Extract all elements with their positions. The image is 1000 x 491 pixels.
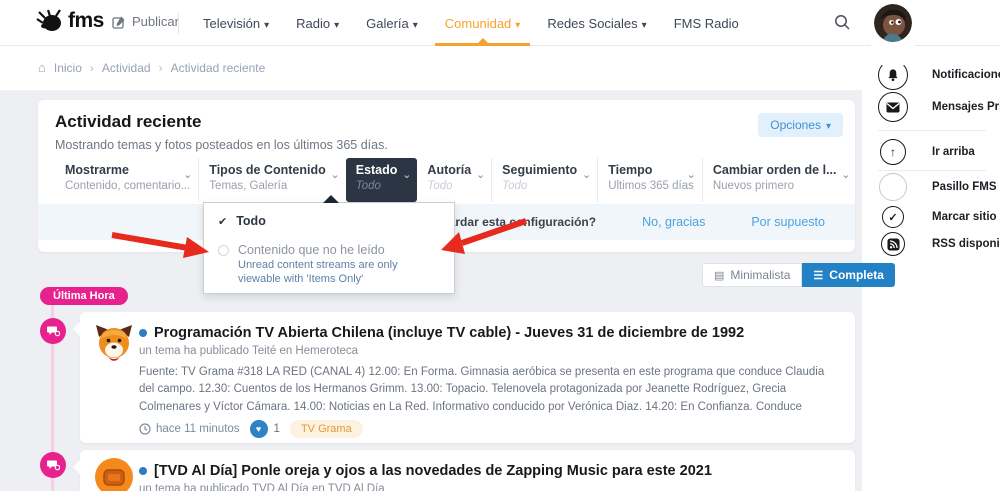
topic-byline: un tema ha publicado TVD Al Día en TVD A… bbox=[139, 483, 385, 491]
options-button[interactable]: Opciones bbox=[758, 113, 843, 137]
dropdown-option-unread[interactable]: Contenido que no he leído bbox=[204, 243, 454, 257]
nav-item-television[interactable]: Televisión bbox=[203, 0, 269, 46]
unread-dot-icon bbox=[139, 329, 147, 337]
ultima-hora-badge: Última Hora bbox=[40, 287, 128, 305]
compose-icon bbox=[112, 15, 126, 29]
nav-divider bbox=[178, 12, 179, 34]
user-avatar[interactable] bbox=[874, 4, 912, 42]
topic-footer: hace 11 minutos 1 TV Grama bbox=[139, 420, 363, 438]
logo-text: fms bbox=[68, 9, 104, 33]
minimal-view-button[interactable]: Minimalista bbox=[702, 263, 802, 287]
chevron-down-icon bbox=[183, 165, 192, 183]
like-heart-icon[interactable] bbox=[250, 420, 268, 438]
filter-seguimiento[interactable]: Seguimiento Todo bbox=[491, 158, 597, 202]
fly-logo-icon bbox=[36, 8, 66, 34]
timeline-marker-icon bbox=[40, 452, 66, 478]
topic-author-avatar[interactable] bbox=[95, 458, 133, 491]
page-title: Actividad reciente bbox=[55, 112, 201, 132]
chat-bubble-icon bbox=[47, 325, 60, 337]
chevron-down-icon bbox=[582, 165, 591, 183]
estado-dropdown-menu: Todo Contenido que no he leído Unread co… bbox=[203, 202, 455, 294]
complete-view-button[interactable]: Completa bbox=[802, 263, 895, 287]
timeline-marker-icon bbox=[40, 318, 66, 344]
check-icon bbox=[218, 212, 227, 230]
breadcrumb: Inicio Actividad Actividad reciente bbox=[38, 60, 265, 75]
view-toggle: Minimalista Completa bbox=[702, 263, 895, 287]
chevron-down-icon bbox=[687, 165, 696, 183]
chevron-down-icon bbox=[402, 165, 411, 183]
publish-button[interactable]: Publicar bbox=[112, 14, 179, 29]
chevron-down-icon bbox=[642, 16, 647, 31]
filter-autoria[interactable]: Autoría Todo bbox=[417, 158, 491, 202]
rss-icon bbox=[881, 232, 905, 256]
nav-item-redes-sociales[interactable]: Redes Sociales bbox=[547, 0, 646, 46]
site-logo[interactable]: fms bbox=[36, 8, 104, 34]
chevron-down-icon bbox=[826, 118, 831, 132]
sidebar-divider bbox=[878, 170, 986, 171]
sidebar-go-up[interactable]: Ir arriba bbox=[880, 139, 906, 165]
chevron-down-icon bbox=[413, 16, 418, 31]
chevron-down-icon bbox=[476, 165, 485, 183]
breadcrumb-actividad[interactable]: Actividad bbox=[102, 61, 151, 75]
top-navbar: fms Publicar Televisión Radio Galería Co… bbox=[0, 0, 1000, 46]
unread-dot-icon bbox=[139, 467, 147, 475]
chevron-down-icon bbox=[331, 165, 340, 183]
like-count: 1 bbox=[274, 423, 280, 435]
filter-mostrarme[interactable]: Mostrarme Contenido, comentario... bbox=[55, 158, 198, 202]
envelope-icon bbox=[878, 92, 908, 122]
chevron-down-icon bbox=[515, 16, 520, 31]
feed-item: [TVD Al Día] Ponle oreja y ojos a las no… bbox=[80, 450, 855, 491]
unread-note: Unread content streams are only viewable… bbox=[238, 259, 440, 287]
chevron-down-icon bbox=[334, 16, 339, 31]
breadcrumb-separator bbox=[159, 61, 163, 75]
nav-item-galeria[interactable]: Galería bbox=[366, 0, 418, 46]
topic-preview-text: Fuente: TV Grama #318 LA RED (CANAL 4) 1… bbox=[139, 364, 840, 415]
feed-item: Programación TV Abierta Chilena (incluye… bbox=[80, 312, 855, 443]
topic-title-link[interactable]: [TVD Al Día] Ponle oreja y ojos a las no… bbox=[154, 463, 712, 479]
circle-icon bbox=[879, 173, 907, 201]
accept-save-link[interactable]: Por supuesto bbox=[751, 215, 825, 229]
radio-icon bbox=[218, 245, 229, 256]
topic-author-avatar[interactable] bbox=[95, 323, 133, 361]
filter-estado[interactable]: Estado Todo bbox=[346, 158, 418, 202]
check-circle-icon bbox=[882, 206, 904, 228]
breadcrumb-inicio[interactable]: Inicio bbox=[54, 61, 82, 75]
filter-cambiar-orden[interactable]: Cambiar orden de l... Nuevos primero bbox=[702, 158, 857, 202]
list-full-icon bbox=[813, 268, 823, 282]
page: fms Publicar Televisión Radio Galería Co… bbox=[0, 0, 1000, 491]
list-compact-icon bbox=[714, 268, 724, 282]
topic-title-link[interactable]: Programación TV Abierta Chilena (incluye… bbox=[154, 325, 744, 341]
filter-tiempo[interactable]: Tiempo Últimos 365 días bbox=[597, 158, 702, 202]
home-icon bbox=[38, 60, 46, 75]
topic-byline: un tema ha publicado Teité en Hemeroteca bbox=[139, 345, 358, 357]
filter-bar: Mostrarme Contenido, comentario... Tipos… bbox=[55, 158, 843, 202]
sidebar-rss[interactable]: RSS disponible bbox=[881, 232, 905, 256]
chevron-down-icon bbox=[264, 16, 269, 31]
arrow-up-circle-icon bbox=[880, 139, 906, 165]
chevron-down-icon bbox=[841, 165, 850, 183]
sidebar-divider bbox=[878, 130, 986, 131]
breadcrumb-actividad-reciente[interactable]: Actividad reciente bbox=[171, 61, 266, 75]
nav-item-radio[interactable]: Radio bbox=[296, 0, 339, 46]
topic-tag[interactable]: TV Grama bbox=[290, 420, 363, 438]
sidebar-mark-read[interactable]: Marcar sitio como leí bbox=[882, 206, 904, 228]
dropdown-option-todo[interactable]: Todo bbox=[204, 212, 454, 230]
sidebar-pasillo-fms[interactable]: Pasillo FMS bbox=[879, 173, 907, 201]
search-icon[interactable] bbox=[834, 14, 851, 36]
page-subtitle: Mostrando temas y fotos posteados en los… bbox=[55, 138, 388, 152]
nav-item-comunidad[interactable]: Comunidad bbox=[445, 0, 521, 46]
topic-timestamp: hace 11 minutos bbox=[139, 423, 240, 435]
chat-bubble-icon bbox=[47, 459, 60, 471]
nav-item-fms-radio[interactable]: FMS Radio bbox=[674, 0, 739, 46]
sidebar-private-messages[interactable]: Mensajes Privados bbox=[878, 92, 908, 122]
decline-save-link[interactable]: No, gracias bbox=[642, 215, 705, 229]
breadcrumb-separator bbox=[90, 61, 94, 75]
nav-links: Televisión Radio Galería Comunidad Redes… bbox=[203, 0, 739, 46]
clock-icon bbox=[139, 423, 151, 435]
